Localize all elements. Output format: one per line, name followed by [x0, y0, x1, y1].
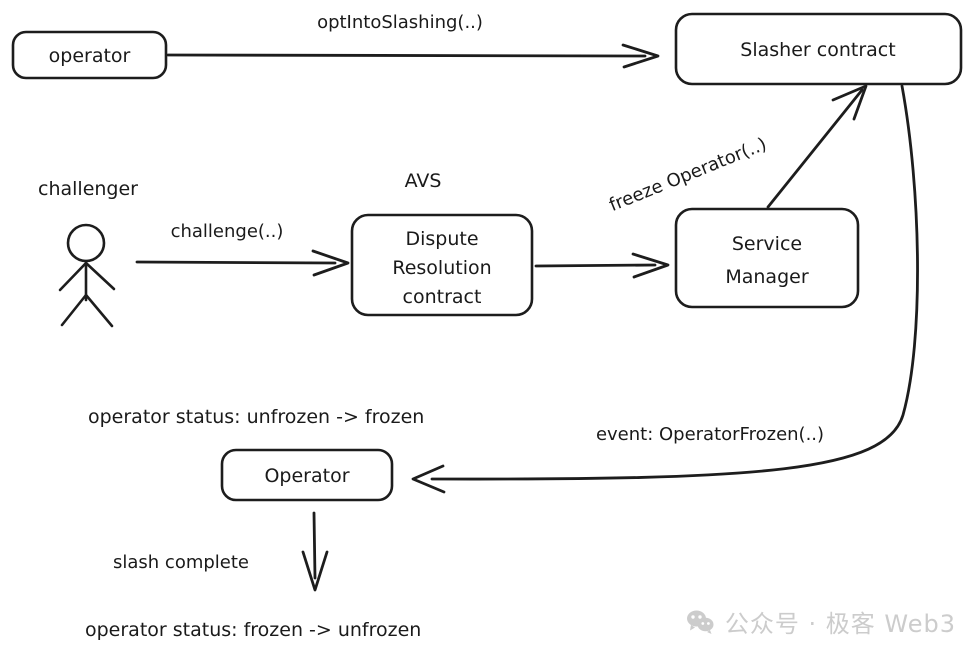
edge-slash-complete: slash complete — [113, 511, 329, 592]
dispute-resolution-label-line1: Dispute — [405, 228, 478, 250]
watermark: 公众号 · 极客 Web3 — [685, 604, 956, 639]
slash-complete-label: slash complete — [113, 552, 249, 573]
operator-top-label: operator — [49, 45, 131, 67]
challenger-head-icon — [66, 223, 106, 263]
diagram-canvas: operator optIntoSlashing(..) Slasher con… — [0, 0, 972, 653]
operator-bottom-label: Operator — [264, 465, 349, 487]
service-manager-label-line2: Manager — [725, 266, 808, 288]
actor-challenger[interactable]: challenger — [38, 178, 138, 328]
challenge-label: challenge(..) — [171, 221, 284, 242]
node-operator-bottom[interactable]: Operator — [220, 448, 394, 502]
opt-into-slashing-label: optIntoSlashing(..) — [317, 12, 483, 33]
edge-dispute-to-service-manager — [534, 252, 670, 279]
node-service-manager[interactable]: Service Manager — [674, 207, 860, 309]
edge-opt-into-slashing: optIntoSlashing(..) — [166, 12, 660, 69]
avs-group-label: AVS — [405, 170, 442, 192]
freeze-operator-label: freeze Operator(..) — [606, 134, 769, 216]
diagram-svg: operator optIntoSlashing(..) Slasher con… — [11, 12, 963, 641]
node-slasher-contract[interactable]: Slasher contract — [674, 12, 963, 86]
dispute-resolution-label-line3: contract — [403, 286, 482, 308]
dispute-resolution-label-line2: Resolution — [392, 257, 491, 279]
status-note-unfrozen-to-frozen: operator status: unfrozen -> frozen — [88, 406, 424, 428]
operator-frozen-event-label: event: OperatorFrozen(..) — [596, 424, 824, 445]
status-note-frozen-to-unfrozen: operator status: frozen -> unfrozen — [85, 619, 421, 641]
node-operator-top[interactable]: operator — [11, 30, 168, 80]
wechat-icon — [686, 610, 714, 634]
edge-freeze-operator: freeze Operator(..) — [606, 84, 868, 216]
slasher-contract-label: Slasher contract — [740, 39, 895, 61]
edge-challenge: challenge(..) — [135, 221, 350, 277]
service-manager-label-line1: Service — [732, 233, 802, 255]
node-dispute-resolution-contract[interactable]: Dispute Resolution contract — [350, 213, 534, 317]
challenger-label: challenger — [38, 178, 138, 200]
service-manager-box[interactable] — [674, 207, 860, 309]
watermark-text: 公众号 · 极客 Web3 — [724, 610, 956, 638]
